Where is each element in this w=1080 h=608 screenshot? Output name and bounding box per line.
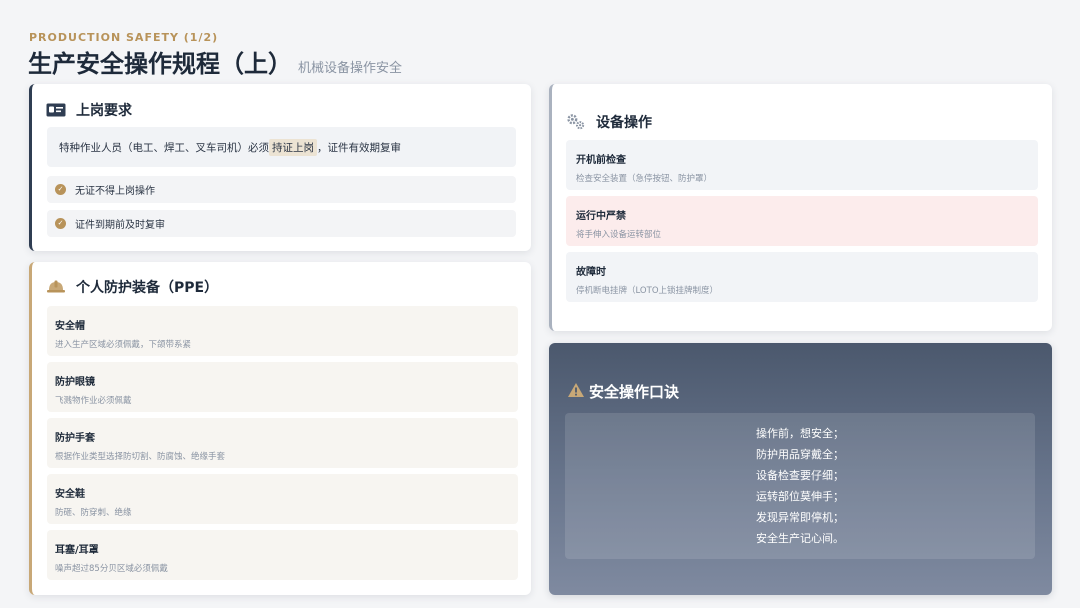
- equipment-item-desc: 检查安全装置（急停按钮、防护罩）: [576, 174, 713, 184]
- check-label: 无证不得上岗操作: [75, 186, 155, 197]
- equipment-item-title: 运行中严禁: [576, 211, 626, 222]
- slogan-line: 运转部位莫伸手；: [756, 489, 844, 503]
- ppe-item-desc: 防砸、防穿刺、绝缘: [55, 508, 132, 518]
- slogan-box: 操作前，想安全； 防护用品穿戴全； 设备检查要仔细； 运转部位莫伸手； 发现异常…: [565, 413, 1035, 559]
- certification-note: 特种作业人员（电工、焊工、叉车司机）必须 持证上岗 ，证件有效期复审: [47, 127, 516, 167]
- ppe-item-title: 安全鞋: [55, 489, 85, 500]
- ppe-item-title: 防护眼镜: [55, 377, 95, 388]
- slogan-line: 设备检查要仔细；: [756, 468, 844, 482]
- hard-hat-icon: [46, 279, 66, 295]
- ppe-item: 安全帽 进入生产区域必须佩戴，下颌带系紧: [47, 306, 518, 356]
- ppe-item: 防护眼镜 飞溅物作业必须佩戴: [47, 362, 518, 412]
- slogan-header: 安全操作口诀: [567, 381, 679, 402]
- ppe-item-desc: 噪声超过85分贝区域必须佩戴: [55, 564, 168, 574]
- note-prefix: 特种作业人员（电工、焊工、叉车司机）必须: [59, 141, 269, 154]
- note-suffix: ，证件有效期复审: [317, 141, 401, 154]
- ppe-item: 耳塞/耳罩 噪声超过85分贝区域必须佩戴: [47, 530, 518, 580]
- ppe-card: 个人防护装备（PPE） 安全帽 进入生产区域必须佩戴，下颌带系紧 防护眼镜 飞溅…: [29, 262, 531, 595]
- equipment-item: 开机前检查 检查安全装置（急停按钮、防护罩）: [566, 140, 1038, 190]
- page-subtitle: 机械设备操作安全: [298, 61, 403, 76]
- safety-slogan-card: 安全操作口诀 操作前，想安全； 防护用品穿戴全； 设备检查要仔细； 运转部位莫伸…: [549, 343, 1052, 595]
- check-item: ✓ 证件到期前及时复审: [47, 210, 516, 237]
- page-eyebrow: PRODUCTION SAFETY (1/2): [29, 31, 219, 44]
- equipment-title: 设备操作: [596, 115, 652, 131]
- job-requirements-header: 上岗要求: [46, 100, 132, 120]
- ppe-item-title: 安全帽: [55, 321, 85, 332]
- equipment-item-warning: 运行中严禁 将手伸入设备运转部位: [566, 196, 1038, 246]
- note-highlight: 持证上岗: [269, 138, 317, 156]
- equipment-item-title: 开机前检查: [576, 155, 626, 166]
- equipment-item: 故障时 停机断电挂牌（LOTO上锁挂牌制度）: [566, 252, 1038, 302]
- ppe-item: 安全鞋 防砸、防穿刺、绝缘: [47, 474, 518, 524]
- ppe-item-desc: 根据作业类型选择防切割、防腐蚀、绝缘手套: [55, 452, 226, 462]
- check-icon: ✓: [55, 218, 66, 229]
- check-icon: ✓: [55, 184, 66, 195]
- title-row: 生产安全操作规程（上） 机械设备操作安全: [28, 44, 402, 79]
- ppe-title: 个人防护装备（PPE）: [76, 280, 219, 296]
- slogan-line: 安全生产记心间。: [756, 531, 844, 545]
- page-title: 生产安全操作规程（上）: [28, 50, 292, 78]
- slogan-line: 操作前，想安全；: [756, 426, 844, 440]
- warning-icon: [567, 382, 585, 402]
- slogan-title: 安全操作口诀: [589, 383, 680, 401]
- ppe-item-title: 防护手套: [55, 433, 95, 444]
- equipment-item-desc: 将手伸入设备运转部位: [576, 230, 662, 240]
- ppe-item-title: 耳塞/耳罩: [55, 545, 99, 556]
- equipment-card: 设备操作 开机前检查 检查安全装置（急停按钮、防护罩） 运行中严禁 将手伸入设备…: [549, 84, 1052, 331]
- slogan-line: 防护用品穿戴全；: [756, 447, 844, 461]
- equipment-item-title: 故障时: [576, 267, 606, 278]
- check-label: 证件到期前及时复审: [75, 220, 165, 231]
- ppe-item-desc: 进入生产区域必须佩戴，下颌带系紧: [55, 340, 192, 350]
- ppe-item: 防护手套 根据作业类型选择防切割、防腐蚀、绝缘手套: [47, 418, 518, 468]
- equipment-item-desc: 停机断电挂牌（LOTO上锁挂牌制度）: [576, 286, 719, 296]
- job-requirements-title: 上岗要求: [76, 103, 132, 119]
- gears-icon: [566, 114, 586, 130]
- id-card-icon: [46, 102, 66, 118]
- check-item: ✓ 无证不得上岗操作: [47, 176, 516, 203]
- ppe-item-desc: 飞溅物作业必须佩戴: [55, 396, 132, 406]
- job-requirements-card: 上岗要求 特种作业人员（电工、焊工、叉车司机）必须 持证上岗 ，证件有效期复审 …: [29, 84, 531, 251]
- ppe-header: 个人防护装备（PPE）: [46, 277, 218, 297]
- slogan-line: 发现异常即停机；: [756, 510, 844, 524]
- equipment-header: 设备操作: [566, 112, 652, 132]
